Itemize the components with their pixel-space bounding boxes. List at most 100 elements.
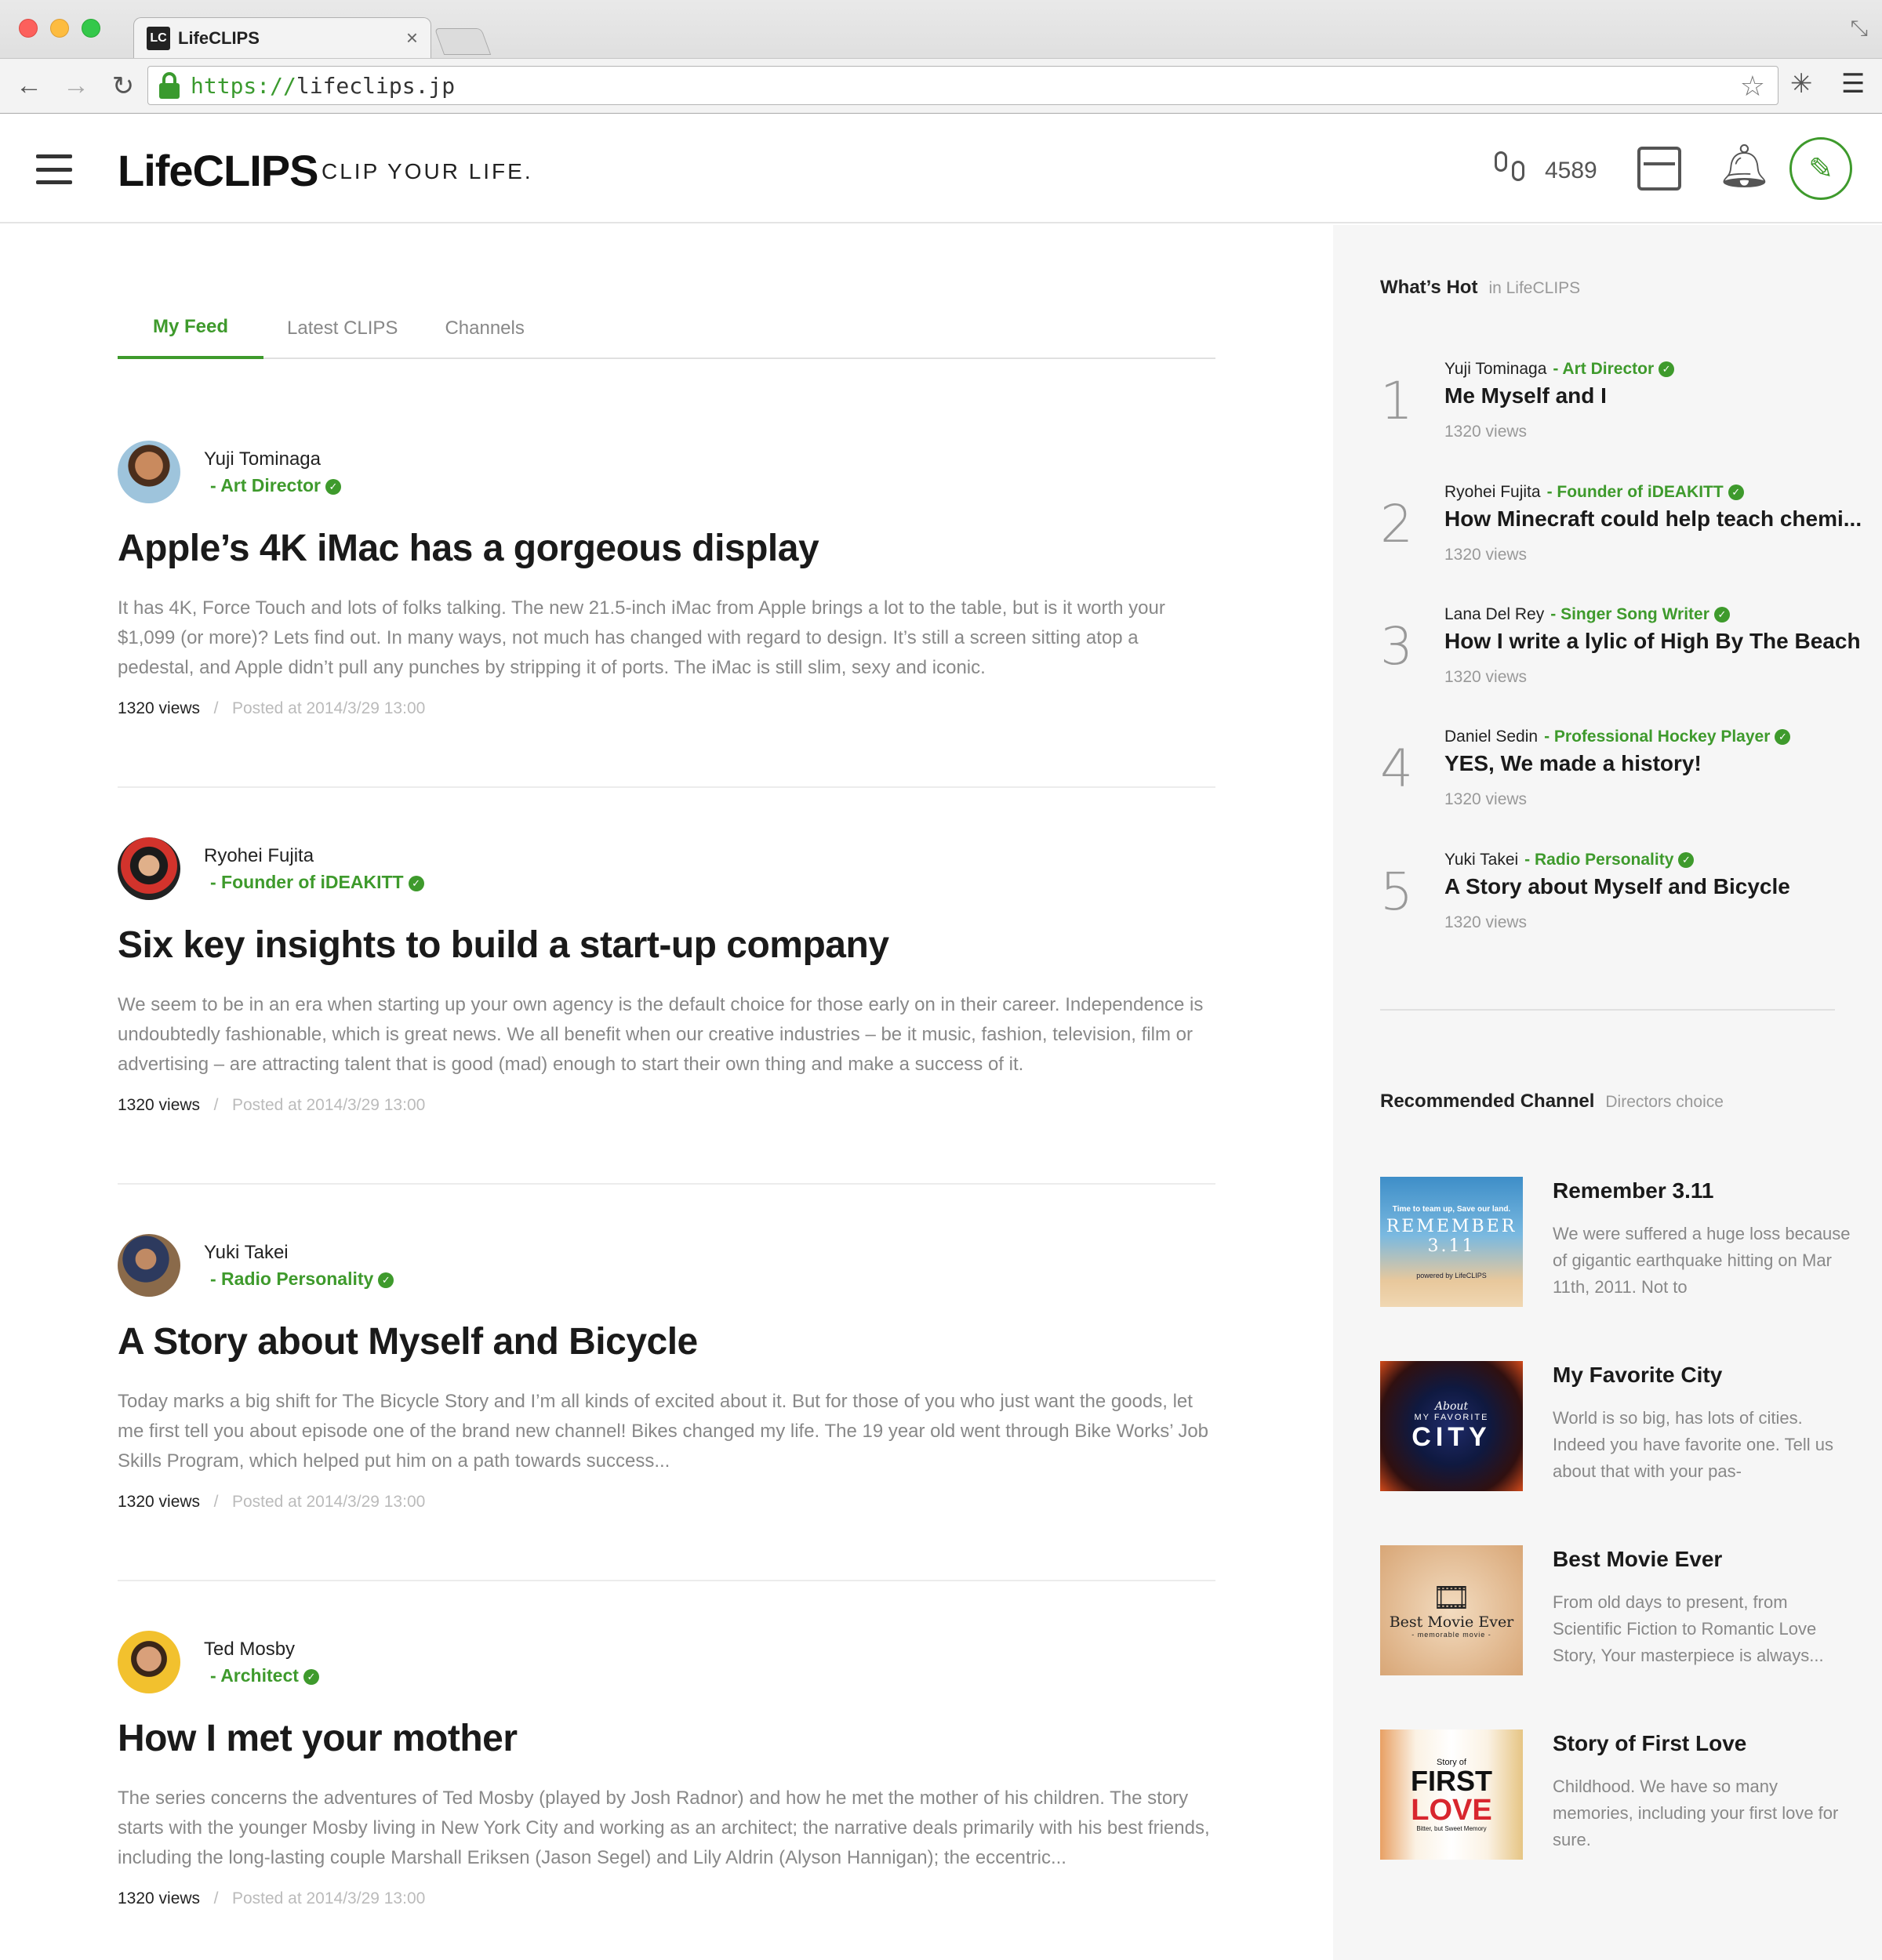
hot-item[interactable]: 5 Yuki Takei - Radio Personality ✓ A Story… (1380, 851, 1851, 945)
hot-title[interactable]: Me Myself and I (1444, 383, 1607, 408)
site-tagline: CLIP YOUR LIFE. (322, 159, 533, 183)
hot-author-role: - Singer Song Writer (1550, 605, 1709, 623)
channel-thumbnail[interactable]: 🎞︎ Best Movie Ever - memorable movie - (1380, 1545, 1523, 1675)
hot-author-name: Ryohei Fujita (1444, 483, 1541, 501)
steps-count: 4589 (1545, 158, 1597, 183)
avatar[interactable] (118, 1234, 180, 1297)
channel-desc: Childhood. We have so many memories, inc… (1553, 1777, 1839, 1849)
hot-item[interactable]: 4 Daniel Sedin - Professional Hockey Play… (1380, 728, 1851, 822)
channel-desc: From old days to present, from Scientifi… (1553, 1592, 1824, 1665)
verified-icon: ✓ (378, 1272, 394, 1288)
hot-author: Ryohei Fujita - Founder of iDEAKITT ✓ (1444, 483, 1744, 502)
channel-card[interactable]: Story of FIRST LOVE Bitter, but Sweet Me… (1380, 1730, 1851, 1863)
tab-latest-clips[interactable]: Latest CLIPS (263, 298, 421, 359)
post-divider (118, 786, 1215, 788)
hot-item[interactable]: 3 Lana Del Rey - Singer Song Writer ✓ How … (1380, 605, 1861, 699)
post-meta: 1320 views / Posted at 2014/3/29 13:00 (118, 1096, 425, 1115)
author-role-text: - Architect (210, 1665, 299, 1686)
back-icon[interactable]: ← (11, 68, 47, 104)
hot-item[interactable]: 1 Yuji Tominaga - Art Director ✓ Me Myself… (1380, 360, 1851, 454)
author-name[interactable]: Ryohei Fujita (204, 845, 314, 867)
author-role-text: - Art Director (210, 475, 321, 495)
post-meta: 1320 views / Posted at 2014/3/29 13:00 (118, 699, 425, 718)
channel-card[interactable]: Time to team up, Save our land. REMEMBER… (1380, 1177, 1851, 1310)
close-window-button[interactable] (19, 19, 38, 38)
avatar[interactable] (118, 1631, 180, 1693)
tab-my-feed[interactable]: My Feed (118, 298, 264, 359)
verified-icon: ✓ (1728, 485, 1744, 500)
recommended-subtitle: Directors choice (1605, 1093, 1724, 1111)
verified-icon: ✓ (1775, 729, 1791, 745)
lock-icon (158, 72, 181, 99)
menu-icon[interactable]: ☰ (1841, 68, 1865, 100)
hot-title[interactable]: How Minecraft could help teach chemi... (1444, 506, 1862, 532)
favicon-icon: LC (147, 26, 170, 50)
recommended-heading: Recommended Channel Directors choice (1380, 1091, 1724, 1112)
post-body: Today marks a big shift for The Bicycle … (118, 1391, 1209, 1472)
post-views: 1320 views (118, 1096, 201, 1114)
hot-views: 1320 views (1444, 790, 1528, 808)
thumb-line: - memorable movie - (1412, 1631, 1491, 1639)
channel-title[interactable]: Remember 3.11 (1553, 1178, 1713, 1203)
hot-author-name: Yuki Takei (1444, 851, 1519, 869)
hot-title[interactable]: YES, We made a history! (1444, 751, 1702, 776)
channel-title[interactable]: Best Movie Ever (1553, 1547, 1722, 1572)
new-tab-button[interactable] (434, 28, 492, 55)
reload-icon[interactable]: ↻ (105, 68, 141, 104)
star-icon[interactable]: ☆ (1740, 70, 1765, 103)
feed-post: Ted Mosby - Architect ✓ How I met your mo… (118, 1631, 1215, 1960)
author-role: - Radio Personality ✓ (210, 1269, 394, 1290)
channel-title[interactable]: My Favorite City (1553, 1363, 1722, 1388)
avatar[interactable] (118, 441, 180, 503)
hot-title[interactable]: A Story about Myself and Bicycle (1444, 874, 1790, 899)
author-name[interactable]: Ted Mosby (204, 1639, 295, 1661)
fullscreen-icon[interactable]: ⤡ (1851, 16, 1868, 42)
whats-hot-heading: What’s Hot in LifeCLIPS (1380, 277, 1580, 299)
channel-thumbnail[interactable]: Story of FIRST LOVE Bitter, but Sweet Me… (1380, 1730, 1523, 1860)
compose-button[interactable]: ✎ (1789, 137, 1852, 200)
hot-item[interactable]: 2 Ryohei Fujita - Founder of iDEAKITT ✓ Ho… (1380, 483, 1862, 577)
calendar-icon[interactable] (1637, 147, 1681, 191)
channel-card[interactable]: About MY FAVORITE CITY My Favorite City … (1380, 1361, 1851, 1494)
avatar[interactable] (118, 837, 180, 900)
close-tab-icon[interactable]: × (406, 26, 418, 50)
meta-separator: / (213, 699, 219, 717)
minimize-window-button[interactable] (50, 19, 69, 38)
feed-post: Yuji Tominaga - Art Director ✓ Apple’s 4K… (118, 441, 1215, 770)
site-logo[interactable]: LifeCLIPS (118, 145, 318, 196)
tab-channels[interactable]: Channels (421, 298, 547, 359)
channel-card[interactable]: 🎞︎ Best Movie Ever - memorable movie - B… (1380, 1545, 1851, 1679)
verified-icon: ✓ (1678, 852, 1695, 868)
browser-tab[interactable]: LC LifeCLIPS × (133, 17, 431, 58)
zoom-window-button[interactable] (82, 19, 100, 38)
author-name[interactable]: Yuki Takei (204, 1242, 289, 1264)
thumb-line: REMEMBER 3.11 (1386, 1216, 1517, 1256)
post-date: Posted at 2014/3/29 13:00 (231, 1889, 426, 1907)
hot-rank: 4 (1380, 739, 1413, 799)
channel-thumbnail[interactable]: About MY FAVORITE CITY (1380, 1361, 1523, 1491)
post-title[interactable]: A Story about Myself and Bicycle (118, 1320, 698, 1363)
address-bar[interactable]: https://lifeclips.jp ☆ (147, 66, 1778, 105)
thumb-line: MY FAVORITE (1414, 1412, 1489, 1422)
post-views: 1320 views (118, 1889, 201, 1907)
recommended-title: Recommended Channel (1380, 1091, 1595, 1112)
channel-thumbnail[interactable]: Time to team up, Save our land. REMEMBER… (1380, 1177, 1523, 1307)
post-title[interactable]: Apple’s 4K iMac has a gorgeous display (118, 527, 819, 570)
thumb-line: CITY (1412, 1421, 1491, 1452)
thumb-line: FIRST (1411, 1764, 1492, 1797)
author-name[interactable]: Yuji Tominaga (204, 448, 321, 470)
post-divider (118, 1183, 1215, 1185)
extension-icon[interactable]: ✳ (1790, 68, 1813, 100)
hot-author: Yuki Takei - Radio Personality ✓ (1444, 851, 1695, 869)
post-title[interactable]: How I met your mother (118, 1717, 518, 1760)
forward-icon[interactable]: → (58, 68, 94, 104)
hamburger-menu-icon[interactable] (36, 154, 72, 184)
author-role: - Art Director ✓ (210, 475, 341, 496)
footsteps-icon[interactable] (1493, 148, 1529, 191)
post-title[interactable]: Six key insights to build a start-up com… (118, 924, 889, 967)
hot-title[interactable]: How I write a lylic of High By The Beach (1444, 629, 1861, 654)
channel-title[interactable]: Story of First Love (1553, 1731, 1746, 1756)
hot-views: 1320 views (1444, 546, 1528, 564)
bell-icon[interactable]: 🔔︎ (1717, 142, 1771, 191)
channel-desc: We were suffered a huge loss because of … (1553, 1224, 1851, 1297)
